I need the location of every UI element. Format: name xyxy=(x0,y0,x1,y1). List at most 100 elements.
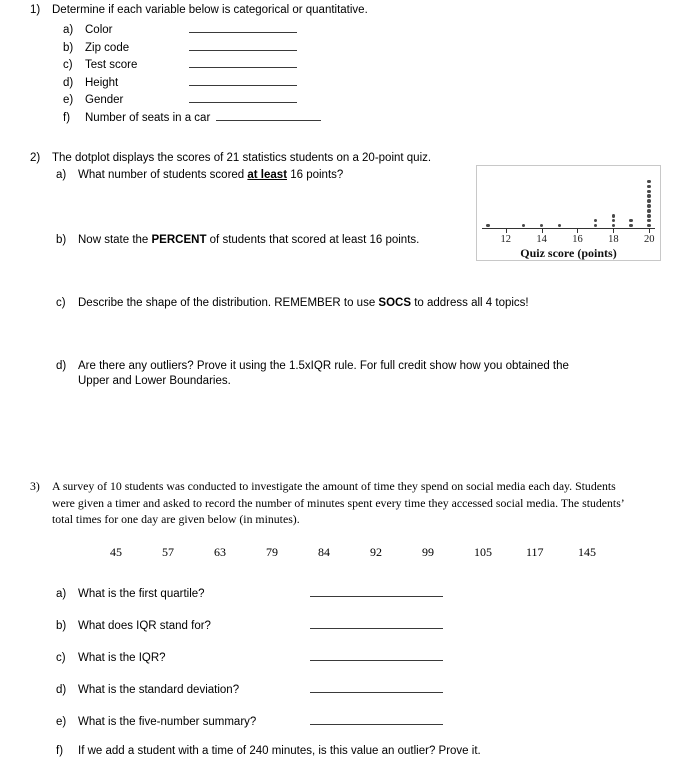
data-value: 145 xyxy=(578,544,596,559)
dotplot-x-axis xyxy=(482,228,655,229)
question-1-number: 1) xyxy=(30,4,41,16)
question-1: 1) Determine if each variable below is c… xyxy=(30,3,650,126)
item-letter: f) xyxy=(63,111,71,124)
item-label: If we add a student with a time of 240 m… xyxy=(78,744,481,757)
dotplot-dot xyxy=(611,214,616,218)
question-2-item-c: c) Describe the shape of the distributio… xyxy=(56,296,660,311)
question-3: 3) A survey of 10 students was conducted… xyxy=(30,478,650,759)
question-2-item-d: d) Are there any outliers? Prove it usin… xyxy=(56,359,660,389)
item-label: Height xyxy=(85,76,119,89)
question-3-header: 3) A survey of 10 students was conducted… xyxy=(30,478,650,528)
dotplot-tick-label: 14 xyxy=(536,234,547,245)
answer-blank-3c[interactable] xyxy=(310,648,443,661)
dotplot-dot xyxy=(539,223,544,228)
data-value: 63 xyxy=(214,544,226,559)
question-1-item-d: d) Height xyxy=(63,74,650,92)
item-label: What is the first quartile? xyxy=(78,587,205,600)
question-3-subitems: a) What is the first quartile? b) What d… xyxy=(56,584,650,759)
item-text-tail: to address all 4 topics! xyxy=(411,297,529,309)
question-2-header: 2) The dotplot displays the scores of 21… xyxy=(30,151,660,166)
item-label: Are there any outliers? Prove it using t… xyxy=(78,360,569,387)
answer-blank-3b[interactable] xyxy=(310,616,443,629)
item-letter: c) xyxy=(56,297,66,309)
item-letter: b) xyxy=(56,234,67,246)
dotplot-tick-label: 18 xyxy=(608,234,619,245)
data-value: 45 xyxy=(110,544,122,559)
answer-space-2c[interactable] xyxy=(56,311,660,359)
item-label: Now state the PERCENT of students that s… xyxy=(78,233,419,248)
dotplot-dot xyxy=(647,189,652,194)
question-1-header: 1) Determine if each variable below is c… xyxy=(30,3,650,18)
item-label: What is the five-number summary? xyxy=(78,715,257,728)
item-text-emphasis: at least xyxy=(247,169,288,181)
answer-blank-1c[interactable] xyxy=(189,56,297,68)
question-3-item-a: a) What is the first quartile? xyxy=(56,584,650,616)
dotplot-dot xyxy=(629,223,634,228)
item-letter: c) xyxy=(63,59,73,71)
dotplot-dot xyxy=(647,204,652,208)
item-label: Gender xyxy=(85,94,124,106)
item-letter: a) xyxy=(56,169,67,181)
dotplot-tick xyxy=(505,228,507,233)
item-text-lead: Describe the shape of the distribution. … xyxy=(78,297,379,309)
question-1-item-b: b) Zip code xyxy=(63,39,650,57)
question-2-number: 2) xyxy=(30,152,41,164)
answer-blank-3e[interactable] xyxy=(310,712,443,725)
dotplot-tick-label: 16 xyxy=(572,234,583,245)
item-letter: d) xyxy=(56,360,67,372)
item-letter: a) xyxy=(56,587,67,600)
question-1-subitems: a) Color b) Zip code c) Test score d) He… xyxy=(63,21,650,126)
item-letter: d) xyxy=(56,683,67,696)
item-text-lead: Now state the xyxy=(78,234,152,246)
item-label: Describe the shape of the distribution. … xyxy=(78,296,529,311)
dotplot-dot xyxy=(647,184,652,189)
question-3-item-f: f) If we add a student with a time of 24… xyxy=(56,744,650,759)
answer-blank-3a[interactable] xyxy=(310,584,443,597)
item-label: Color xyxy=(85,24,113,36)
item-label: Number of seats in a car xyxy=(85,111,211,124)
dotplot-dot xyxy=(557,223,562,228)
data-value: 84 xyxy=(318,544,330,559)
item-letter: f) xyxy=(56,744,64,757)
item-letter: b) xyxy=(56,619,67,632)
item-letter: e) xyxy=(63,94,74,106)
item-label: What is the IQR? xyxy=(78,651,166,664)
dotplot-dot xyxy=(647,209,652,213)
dotplot-dot xyxy=(647,214,652,218)
answer-blank-3d[interactable] xyxy=(310,680,443,693)
data-value: 99 xyxy=(422,544,434,559)
answer-blank-1e[interactable] xyxy=(189,91,297,103)
question-1-item-c: c) Test score xyxy=(63,56,650,74)
item-letter: b) xyxy=(63,41,74,54)
item-text-tail: of students that scored at least 16 poin… xyxy=(206,234,420,246)
question-3-item-c: c) What is the IQR? xyxy=(56,648,650,680)
dotplot-tick xyxy=(577,228,579,233)
question-3-data-values: 45 57 63 79 84 92 99 105 117 145 xyxy=(110,545,650,560)
item-label: Test score xyxy=(85,59,138,71)
item-letter: a) xyxy=(63,24,74,36)
dotplot-dot xyxy=(611,218,616,223)
item-letter: c) xyxy=(56,651,66,664)
dotplot-dot xyxy=(521,223,526,228)
data-value: 117 xyxy=(526,544,544,559)
answer-blank-1b[interactable] xyxy=(189,39,297,51)
dotplot-dot xyxy=(647,194,652,198)
answer-blank-1a[interactable] xyxy=(189,21,297,33)
dotplot-axis-title: Quiz score (points) xyxy=(520,246,617,260)
question-3-number: 3) xyxy=(30,479,40,493)
dotplot-tick xyxy=(541,228,543,233)
item-text-emphasis: PERCENT xyxy=(151,234,207,246)
dotplot-plot-area xyxy=(477,166,660,228)
answer-blank-1d[interactable] xyxy=(189,74,297,86)
dotplot-tick-label: 20 xyxy=(643,234,655,245)
item-label: Zip code xyxy=(85,41,130,54)
answer-blank-1f[interactable] xyxy=(216,109,322,121)
dotplot-dot xyxy=(611,223,616,228)
item-text-tail: 16 points? xyxy=(287,169,344,181)
item-label: What does IQR stand for? xyxy=(78,619,211,632)
dotplot-dot xyxy=(629,218,634,223)
question-3-item-d: d) What is the standard deviation? xyxy=(56,680,650,712)
question-1-stem: Determine if each variable below is cate… xyxy=(52,4,368,16)
dotplot-dot xyxy=(647,199,652,203)
dotplot-dot xyxy=(647,223,652,228)
